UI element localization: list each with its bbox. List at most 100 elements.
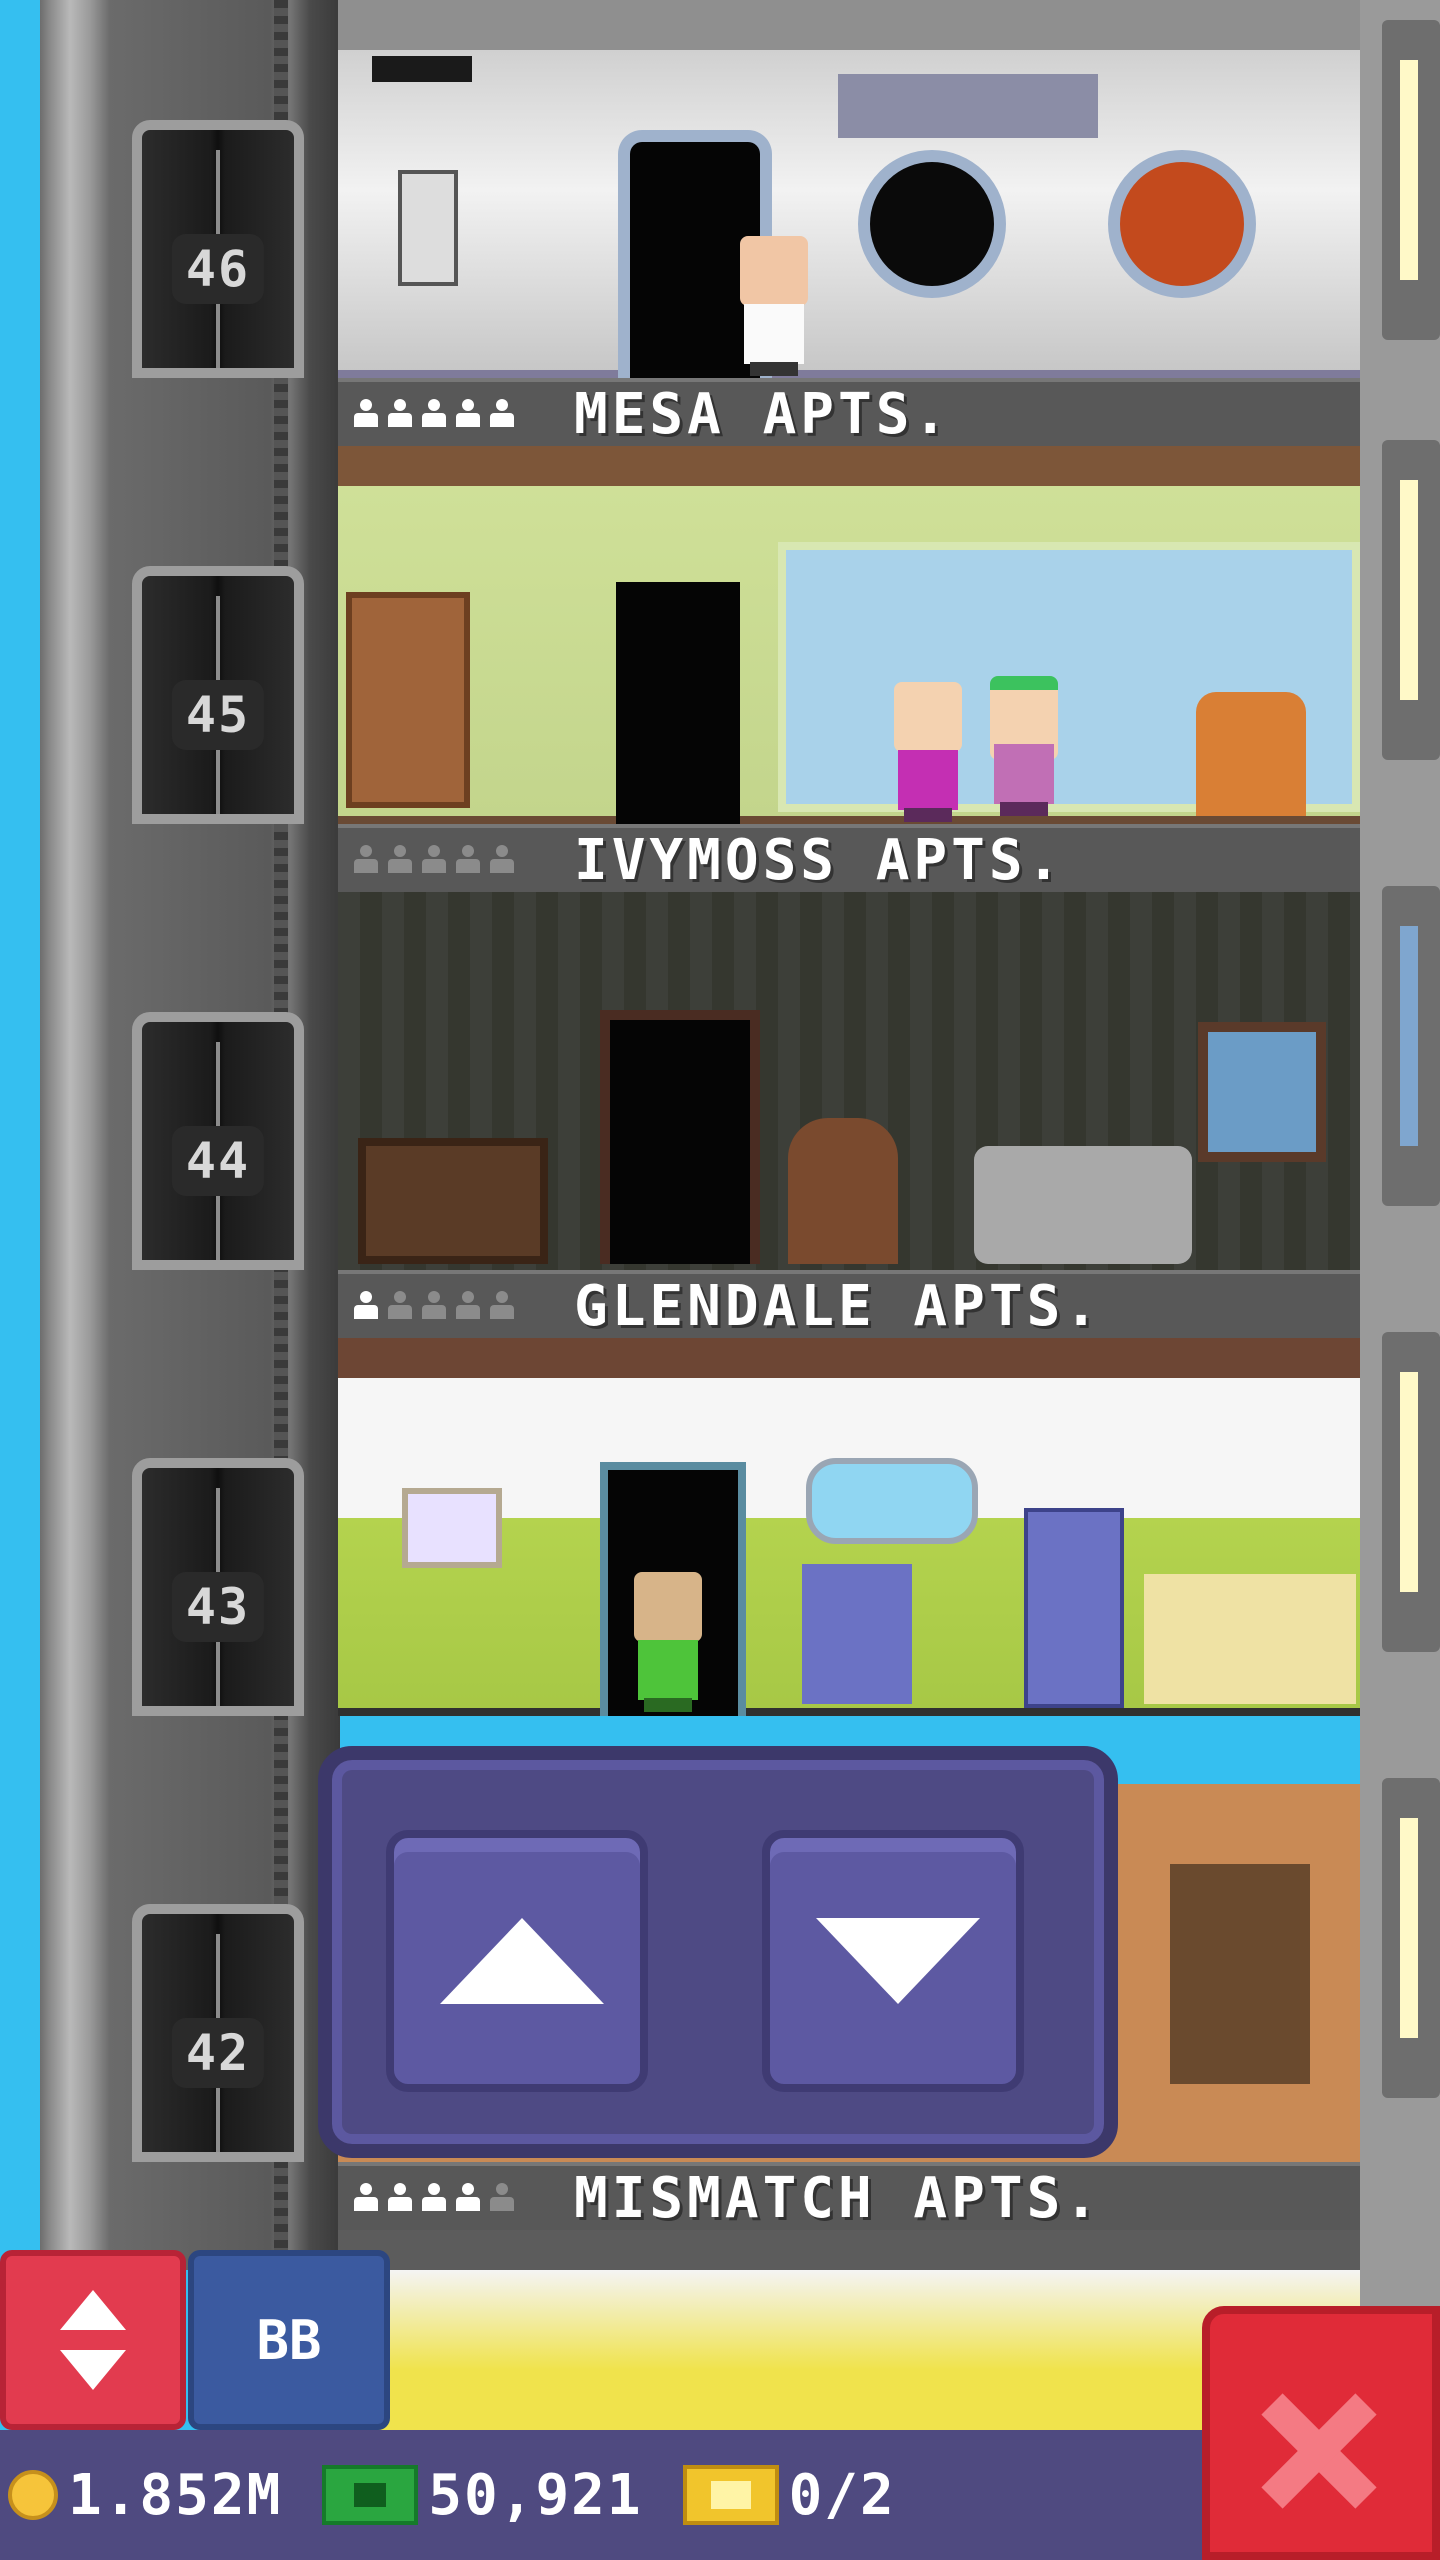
bux-value: 50,921 xyxy=(428,2462,643,2528)
bux-stat: 50,921 xyxy=(322,2463,642,2528)
window xyxy=(1382,1778,1440,2098)
resident-icon xyxy=(388,2183,412,2213)
floor-number: 46 xyxy=(171,234,265,304)
resident-icon xyxy=(388,399,412,429)
elevator-door-44[interactable]: 44 xyxy=(132,1012,304,1270)
floor-44[interactable]: GLENDALE APTS. xyxy=(338,892,1360,1338)
wall-painting xyxy=(402,1488,502,1568)
elevator-door-43[interactable]: 43 xyxy=(132,1458,304,1716)
resident-icon xyxy=(388,845,412,875)
elevator-door-42[interactable]: 42 xyxy=(132,1904,304,2162)
room-interior xyxy=(338,0,1360,396)
doorway xyxy=(616,582,740,836)
floor-43[interactable] xyxy=(338,1338,1360,1784)
floor-number: 42 xyxy=(171,2018,265,2088)
fireplace xyxy=(1170,1864,1310,2084)
sofa xyxy=(974,1146,1192,1264)
occupancy-icons xyxy=(354,2183,554,2213)
floor-number: 43 xyxy=(171,1572,265,1642)
elevator-button[interactable] xyxy=(0,2250,186,2430)
window xyxy=(1382,440,1440,760)
floor-label-bar: GLENDALE APTS. xyxy=(338,1270,1360,1338)
floor-number: 45 xyxy=(171,680,265,750)
resident-icon xyxy=(354,845,378,875)
floor-name: MESA APTS. xyxy=(574,381,952,447)
floor-navigation-panel xyxy=(318,1746,1118,2158)
coins-value: 1.852M xyxy=(68,2462,283,2528)
floor-45[interactable]: IVYMOSS APTS. xyxy=(338,446,1360,892)
bitbook-button[interactable]: BB xyxy=(188,2250,390,2430)
window xyxy=(1198,1022,1326,1162)
resident-icon xyxy=(456,399,480,429)
coin-icon xyxy=(8,2470,58,2520)
room-interior xyxy=(338,446,1360,836)
resident-icon xyxy=(490,1291,514,1321)
porthole-space xyxy=(858,150,1006,298)
currency-status-bar: 1.852M 50,921 0/2 xyxy=(0,2430,1202,2560)
resident-icon xyxy=(490,399,514,429)
bux-icon xyxy=(322,2465,419,2525)
bitizen[interactable] xyxy=(734,236,814,376)
resident-icon xyxy=(422,399,446,429)
resident-icon xyxy=(354,2183,378,2213)
wall-screens xyxy=(838,74,1098,138)
bitizen[interactable] xyxy=(628,1572,708,1712)
close-icon xyxy=(1261,2393,1377,2509)
resident-icon xyxy=(422,845,446,875)
room-interior xyxy=(338,892,1360,1270)
floor-label-bar: MISMATCH APTS. xyxy=(338,2162,1360,2230)
resident-icon xyxy=(422,1291,446,1321)
bookshelf xyxy=(346,592,470,808)
floor-number: 44 xyxy=(171,1126,265,1196)
resident-icon xyxy=(354,399,378,429)
floor-name: MISMATCH APTS. xyxy=(574,2165,1103,2231)
bitizen[interactable] xyxy=(984,676,1064,816)
occupancy-icons xyxy=(354,1291,554,1321)
occupancy-icons xyxy=(354,845,554,875)
room-interior xyxy=(338,1338,1360,1716)
window xyxy=(806,1458,978,1544)
porthole-planet xyxy=(1108,150,1256,298)
bitizen[interactable] xyxy=(888,682,968,822)
scroll-up-button[interactable] xyxy=(386,1830,648,2092)
resident-icon xyxy=(456,2183,480,2213)
occupancy-icons xyxy=(354,399,554,429)
vent xyxy=(372,56,472,82)
resident-icon xyxy=(490,2183,514,2213)
floor-label-bar: MESA APTS. xyxy=(338,378,1360,446)
resident-icon xyxy=(456,845,480,875)
control-panel xyxy=(398,170,458,286)
arrow-up-icon xyxy=(440,1918,604,2004)
arrow-down-icon xyxy=(816,1918,980,2004)
tickets-stat: 0/2 xyxy=(682,2462,896,2528)
kitchen-counter xyxy=(1144,1574,1356,1704)
resident-icon xyxy=(422,2183,446,2213)
stove xyxy=(802,1564,912,1704)
television xyxy=(358,1138,548,1264)
window xyxy=(1382,886,1440,1206)
jukebox xyxy=(788,1118,898,1264)
resident-icon xyxy=(490,845,514,875)
window xyxy=(1382,1332,1440,1652)
elevator-shaft: 46 45 44 43 42 xyxy=(40,0,340,2270)
scroll-down-button[interactable] xyxy=(762,1830,1024,2092)
doorway xyxy=(600,1010,760,1264)
tower-exterior-wall xyxy=(1360,0,1440,2400)
floor-46[interactable]: MESA APTS. xyxy=(338,0,1360,446)
floor-name: IVYMOSS APTS. xyxy=(574,827,1065,893)
coins-stat: 1.852M xyxy=(8,2463,282,2528)
elevator-door-46[interactable]: 46 xyxy=(132,120,304,378)
floor-name: GLENDALE APTS. xyxy=(574,1273,1103,1339)
window xyxy=(1382,20,1440,340)
floor-label-bar: IVYMOSS APTS. xyxy=(338,824,1360,892)
resident-icon xyxy=(388,1291,412,1321)
refrigerator xyxy=(1024,1508,1124,1708)
elevator-arrows-icon xyxy=(60,2290,126,2390)
tickets-value: 0/2 xyxy=(788,2462,896,2528)
armchair xyxy=(1196,692,1306,816)
resident-icon xyxy=(354,1291,378,1321)
close-button[interactable] xyxy=(1202,2306,1440,2560)
resident-icon xyxy=(456,1291,480,1321)
elevator-door-45[interactable]: 45 xyxy=(132,566,304,824)
golden-ticket-icon xyxy=(682,2465,779,2525)
